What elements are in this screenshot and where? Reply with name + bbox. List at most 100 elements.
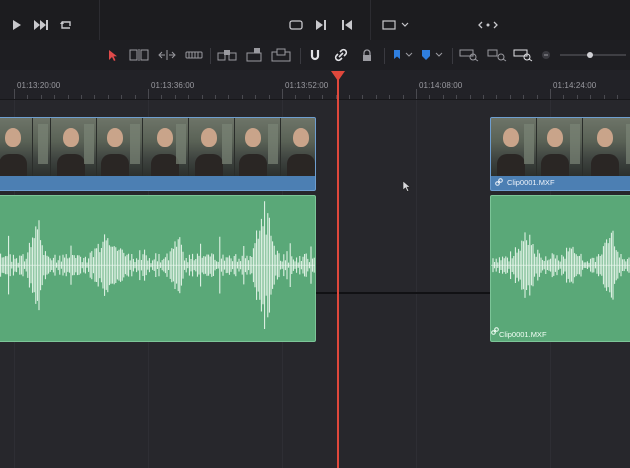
position-lock-icon[interactable] [360, 46, 374, 64]
clip-thumbnail [51, 118, 97, 176]
ruler-minor-tick [322, 95, 323, 99]
prev-edit-icon[interactable] [340, 18, 354, 32]
timecode-label: 01:14:24:00 [553, 81, 597, 90]
timecode-label: 01:13:20:00 [17, 81, 61, 90]
ruler-minor-tick [483, 95, 484, 99]
ruler-minor-tick [376, 95, 377, 99]
insert-clip-icon[interactable] [216, 46, 238, 64]
ruler-minor-tick [456, 95, 457, 99]
timeline-ruler[interactable]: 01:13:20:00 01:13:36:00 01:13:52:00 01:1… [0, 70, 630, 100]
nav-arrows-icon[interactable] [476, 18, 500, 32]
toolbar-divider [452, 48, 453, 64]
play-icon[interactable] [10, 18, 24, 32]
ruler-minor-tick [617, 95, 618, 99]
overwrite-clip-icon[interactable] [244, 46, 264, 64]
ruler-minor-tick [563, 95, 564, 99]
playhead-handle[interactable] [331, 71, 345, 81]
toolbar-divider [384, 48, 385, 64]
clip-thumbnail [235, 118, 281, 176]
clip-name: Clip0001.MXF [499, 329, 547, 339]
clip-thumbnail [33, 118, 51, 176]
ruler-minor-tick [202, 95, 203, 99]
snapping-magnet-icon[interactable] [308, 46, 322, 64]
ruler-minor-tick [242, 95, 243, 99]
ruler-minor-tick [577, 95, 578, 99]
ruler-minor-tick [14, 95, 15, 99]
video-clip-right[interactable]: Clip0001.MXF [490, 117, 630, 191]
video-clip-left[interactable] [0, 117, 316, 191]
marker-icon[interactable] [420, 46, 432, 64]
match-frame-icon[interactable] [288, 18, 304, 32]
next-edit-icon[interactable] [314, 18, 328, 32]
clip-thumbnail [143, 118, 189, 176]
ruler-minor-tick [27, 95, 28, 99]
edit-toolbar [0, 40, 630, 70]
clip-name-bar [0, 327, 315, 341]
flag-icon[interactable] [392, 46, 402, 64]
timecode-label: 01:13:36:00 [151, 81, 195, 90]
ruler-minor-tick [309, 95, 310, 99]
ruler-minor-tick [54, 95, 55, 99]
replace-clip-icon[interactable] [270, 46, 292, 64]
ruler-minor-tick [175, 95, 176, 99]
dynamic-trim-icon[interactable] [156, 46, 178, 64]
marker-dropdown-icon[interactable] [434, 46, 444, 64]
ruler-minor-tick [135, 95, 136, 99]
audio-clip-right[interactable]: Clip0001.MXF [490, 195, 630, 342]
zoom-custom-icon[interactable] [512, 46, 534, 64]
ruler-minor-tick [295, 95, 296, 99]
ruler-minor-tick [81, 95, 82, 99]
clip-name-bar [0, 175, 315, 190]
ruler-minor-tick [161, 95, 162, 99]
zoom-full-icon[interactable] [458, 46, 480, 64]
ruler-minor-tick [215, 95, 216, 99]
loop-icon[interactable] [58, 17, 74, 33]
ruler-minor-tick [604, 95, 605, 99]
ruler-minor-tick [228, 95, 229, 99]
flag-dropdown-icon[interactable] [404, 46, 414, 64]
ruler-minor-tick [269, 95, 270, 99]
mouse-cursor-icon [402, 180, 412, 198]
ruler-minor-tick [590, 95, 591, 99]
ruler-minor-tick [121, 95, 122, 99]
clip-thumbnail [97, 118, 143, 176]
ruler-minor-tick [108, 95, 109, 99]
audio-clip-left[interactable] [0, 195, 316, 342]
clip-thumbnail [189, 118, 235, 176]
ruler-minor-tick [470, 95, 471, 99]
timecode-label: 01:14:08:00 [419, 81, 463, 90]
clip-thumbnail [281, 118, 315, 176]
ruler-minor-tick [389, 95, 390, 99]
ruler-minor-tick [94, 95, 95, 99]
ruler-minor-tick [362, 95, 363, 99]
clip-thumbnail [491, 118, 537, 176]
zoom-detail-icon[interactable] [486, 46, 508, 64]
ruler-minor-tick [148, 95, 149, 99]
ruler-minor-tick [416, 95, 417, 99]
clip-name-bar: Clip0001.MXF [491, 327, 630, 341]
trim-edit-icon[interactable] [128, 46, 150, 64]
ruler-minor-tick [41, 95, 42, 99]
audio-waveform [491, 230, 630, 300]
clip-thumbnail [583, 118, 630, 176]
zoom-slider[interactable] [558, 46, 628, 64]
blade-edit-icon[interactable] [184, 46, 204, 64]
clip-thumbnail [537, 118, 583, 176]
clip-thumbnails [491, 118, 630, 176]
ruler-minor-tick [403, 95, 404, 99]
timeline-gridline [416, 100, 417, 468]
clip-thumbnail [0, 118, 33, 176]
selection-pointer-icon[interactable] [106, 46, 120, 64]
viewer-size-icon[interactable] [382, 18, 410, 32]
ruler-minor-tick [523, 95, 524, 99]
linked-selection-icon[interactable] [333, 46, 349, 64]
ruler-minor-tick [537, 95, 538, 99]
ruler-minor-tick [550, 95, 551, 99]
audio-waveform [0, 201, 315, 329]
zoom-out-icon[interactable] [540, 46, 552, 64]
ruler-minor-tick [188, 95, 189, 99]
ruler-minor-tick [510, 95, 511, 99]
skip-end-icon[interactable] [32, 18, 50, 32]
ruler-minor-tick [282, 95, 283, 99]
playhead[interactable] [337, 78, 339, 468]
